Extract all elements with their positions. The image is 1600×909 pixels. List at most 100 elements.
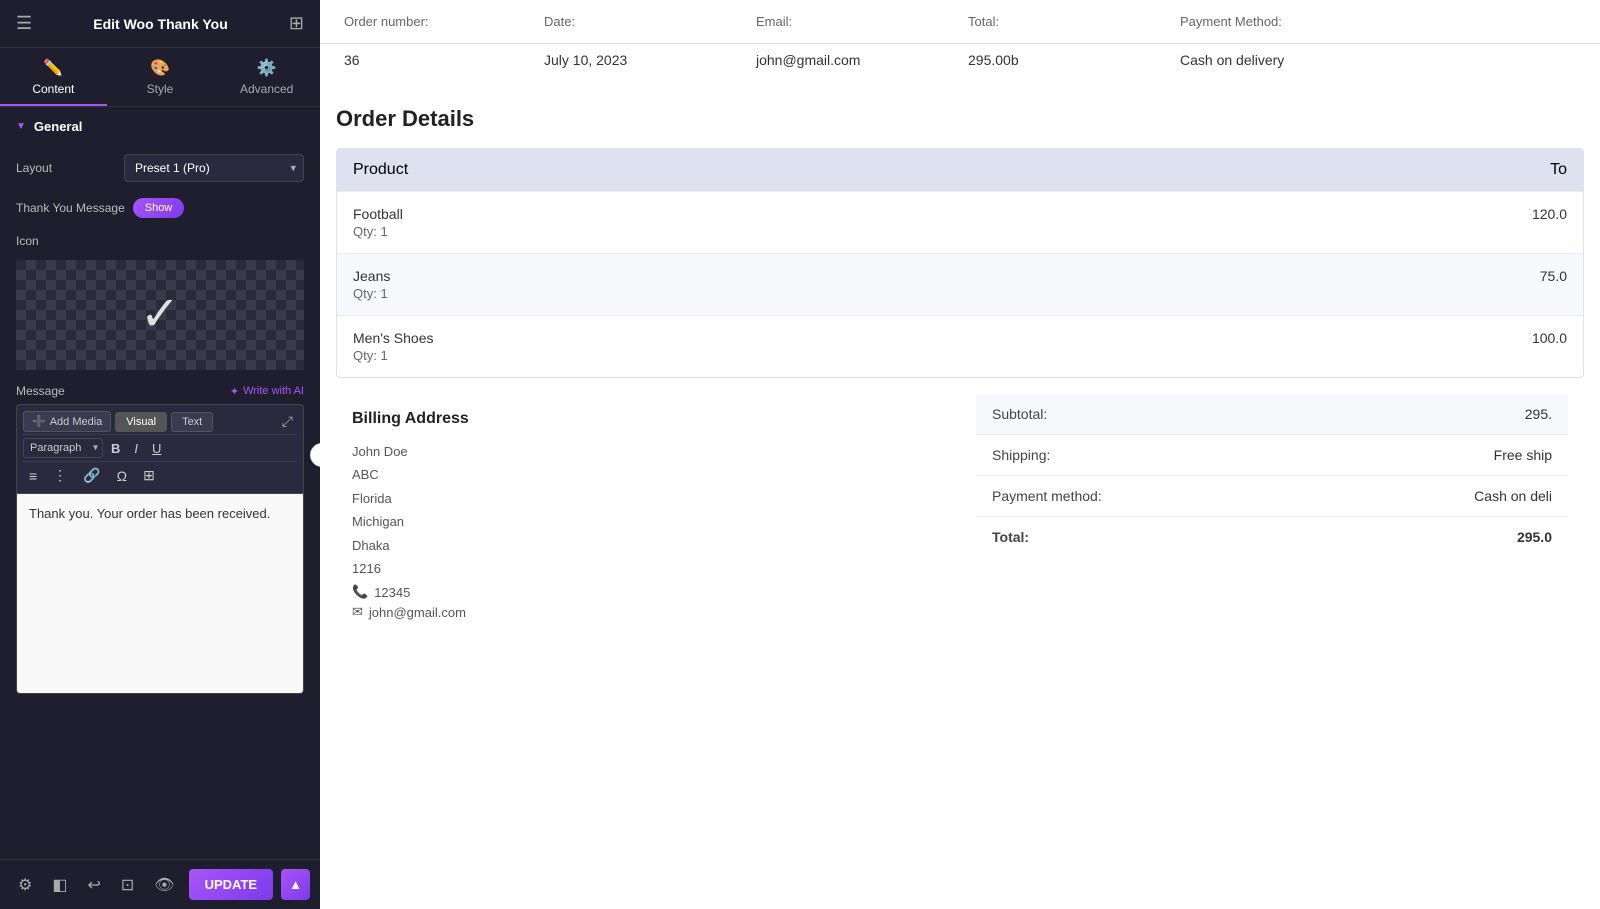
product-qty-shoes: Qty: 1: [353, 348, 434, 363]
panel-content: ▼ General Layout Preset 1 (Pro) Preset 2…: [0, 107, 320, 909]
text-view-button[interactable]: Text: [171, 412, 213, 432]
left-panel: ☰ Edit Woo Thank You ⊞ ✏️ Content 🎨 Styl…: [0, 0, 320, 909]
toolbar-row3: ≡ ⋮ 🔗 Ω ⊞: [23, 462, 297, 489]
update-button[interactable]: UPDATE: [189, 869, 273, 900]
table-button[interactable]: ⊞: [137, 465, 161, 486]
shipping-label: Shipping:: [992, 447, 1050, 463]
ordered-list-button[interactable]: ⋮: [47, 465, 73, 486]
italic-button[interactable]: I: [128, 439, 144, 458]
total-label: Total:: [992, 529, 1029, 545]
icon-label: Icon: [16, 234, 116, 248]
total-value: 295.0: [1517, 529, 1552, 545]
product-price-shoes: 100.0: [1532, 330, 1567, 346]
thank-you-message-label: Thank You Message: [16, 201, 125, 215]
empty-value: [1372, 46, 1584, 74]
icon-preview-wrapper: ✓: [16, 260, 304, 370]
general-section-header[interactable]: ▼ General: [0, 107, 320, 146]
paragraph-select[interactable]: Paragraph Heading 1 Heading 2: [23, 438, 103, 458]
toolbar-row1: ➕ Add Media Visual Text ⤢: [23, 409, 297, 435]
product-name-football: Football: [353, 206, 403, 222]
update-dropdown-button[interactable]: ▲: [281, 869, 310, 900]
total-header: Total:: [960, 8, 1172, 35]
order-details-section: Order Details Product To Football Qty: 1…: [320, 86, 1600, 636]
email-icon: ✉: [352, 604, 363, 620]
billing-phone: 📞 12345: [352, 584, 944, 600]
product-row-shoes: Men's Shoes Qty: 1 100.0: [337, 315, 1583, 377]
product-price-football: 120.0: [1532, 206, 1567, 222]
visual-view-button[interactable]: Visual: [115, 412, 167, 432]
editor-content: Thank you. Your order has been received.: [29, 506, 270, 521]
product-name-jeans: Jeans: [353, 268, 390, 284]
paragraph-select-wrapper: Paragraph Heading 1 Heading 2: [23, 438, 103, 458]
link-button[interactable]: 🔗: [77, 465, 106, 486]
product-name-shoes: Men's Shoes: [353, 330, 434, 346]
billing-state: Florida: [352, 487, 944, 510]
billing-email: ✉ john@gmail.com: [352, 604, 944, 620]
unordered-list-button[interactable]: ≡: [23, 466, 43, 486]
style-tab-icon: 🎨: [150, 58, 170, 78]
fullscreen-button[interactable]: ⤢: [278, 411, 297, 432]
toolbar-row2: Paragraph Heading 1 Heading 2 B I U: [23, 435, 297, 462]
product-table: Product To Football Qty: 1 120.0 Jeans Q…: [336, 148, 1584, 378]
product-price-jeans: 75.0: [1540, 268, 1567, 284]
right-panel: Order number: Date: Email: Total: Paymen…: [320, 0, 1600, 909]
billing-summary-row: Billing Address John Doe ABC Florida Mic…: [336, 394, 1584, 636]
order-value-row: 36 July 10, 2023 john@gmail.com 295.00b …: [320, 44, 1600, 86]
tab-style[interactable]: 🎨 Style: [107, 48, 214, 106]
product-qty-jeans: Qty: 1: [353, 286, 390, 301]
billing-city: Dhaka: [352, 534, 944, 557]
settings-icon-button[interactable]: ⚙: [12, 869, 38, 901]
general-arrow-icon: ▼: [16, 121, 26, 132]
hamburger-icon[interactable]: ☰: [16, 13, 32, 34]
icon-preview[interactable]: ✓: [16, 260, 304, 370]
shipping-value: Free ship: [1494, 447, 1552, 463]
billing-section: Billing Address John Doe ABC Florida Mic…: [336, 394, 960, 636]
product-row-jeans: Jeans Qty: 1 75.0: [337, 253, 1583, 315]
billing-name: John Doe: [352, 440, 944, 463]
eye-icon-button[interactable]: 👁: [148, 869, 180, 901]
tab-advanced-label: Advanced: [240, 82, 293, 96]
layers-icon-button[interactable]: ◧: [46, 869, 73, 901]
panel-title: Edit Woo Thank You: [93, 16, 228, 32]
subtotal-label: Subtotal:: [992, 406, 1047, 422]
special-char-button[interactable]: Ω: [111, 466, 133, 486]
billing-region: Michigan: [352, 510, 944, 533]
message-header: Message ✦ Write with AI: [0, 374, 320, 404]
billing-title: Billing Address: [352, 410, 944, 428]
payment-label: Payment method:: [992, 488, 1102, 504]
write-with-ai-button[interactable]: ✦ Write with AI: [230, 385, 304, 398]
product-col-label: Product: [353, 161, 408, 179]
add-media-icon: ➕: [32, 415, 46, 428]
order-header-row: Order number: Date: Email: Total: Paymen…: [320, 0, 1600, 44]
layout-select[interactable]: Preset 1 (Pro) Preset 2 Preset 3: [124, 154, 304, 182]
tab-content-label: Content: [32, 82, 74, 96]
advanced-tab-icon: ⚙️: [257, 58, 277, 78]
thank-you-message-row: Thank You Message Show: [0, 190, 320, 226]
tab-content[interactable]: ✏️ Content: [0, 48, 107, 106]
payment-method-value: Cash on delivery: [1172, 46, 1372, 74]
grid-icon[interactable]: ⊞: [289, 13, 304, 34]
tab-advanced[interactable]: ⚙️ Advanced: [213, 48, 320, 106]
history-icon-button[interactable]: ↩: [81, 869, 106, 901]
write-ai-label: Write with AI: [243, 385, 304, 397]
checkmark-icon: ✓: [140, 291, 180, 339]
underline-button[interactable]: U: [146, 439, 167, 458]
total-col-label: To: [1550, 161, 1567, 179]
panel-tabs: ✏️ Content 🎨 Style ⚙️ Advanced: [0, 48, 320, 107]
subtotal-value: 295.: [1525, 406, 1552, 422]
show-toggle-button[interactable]: Show: [133, 198, 185, 218]
responsive-icon-button[interactable]: ⊡: [115, 869, 140, 901]
layout-label: Layout: [16, 161, 116, 175]
icon-row: Icon: [0, 226, 320, 256]
bold-button[interactable]: B: [105, 439, 126, 458]
layout-row: Layout Preset 1 (Pro) Preset 2 Preset 3: [0, 146, 320, 190]
email-value: john@gmail.com: [748, 46, 960, 74]
tab-style-label: Style: [147, 82, 174, 96]
panel-bottom: ⚙ ◧ ↩ ⊡ 👁 UPDATE ▲: [0, 859, 320, 909]
add-media-button[interactable]: ➕ Add Media: [23, 411, 111, 432]
editor-area[interactable]: Thank you. Your order has been received.: [16, 494, 304, 694]
message-label: Message: [16, 384, 65, 398]
editor-toolbar: ➕ Add Media Visual Text ⤢ Paragraph Head…: [16, 404, 304, 494]
billing-company: ABC: [352, 463, 944, 486]
panel-header: ☰ Edit Woo Thank You ⊞: [0, 0, 320, 48]
